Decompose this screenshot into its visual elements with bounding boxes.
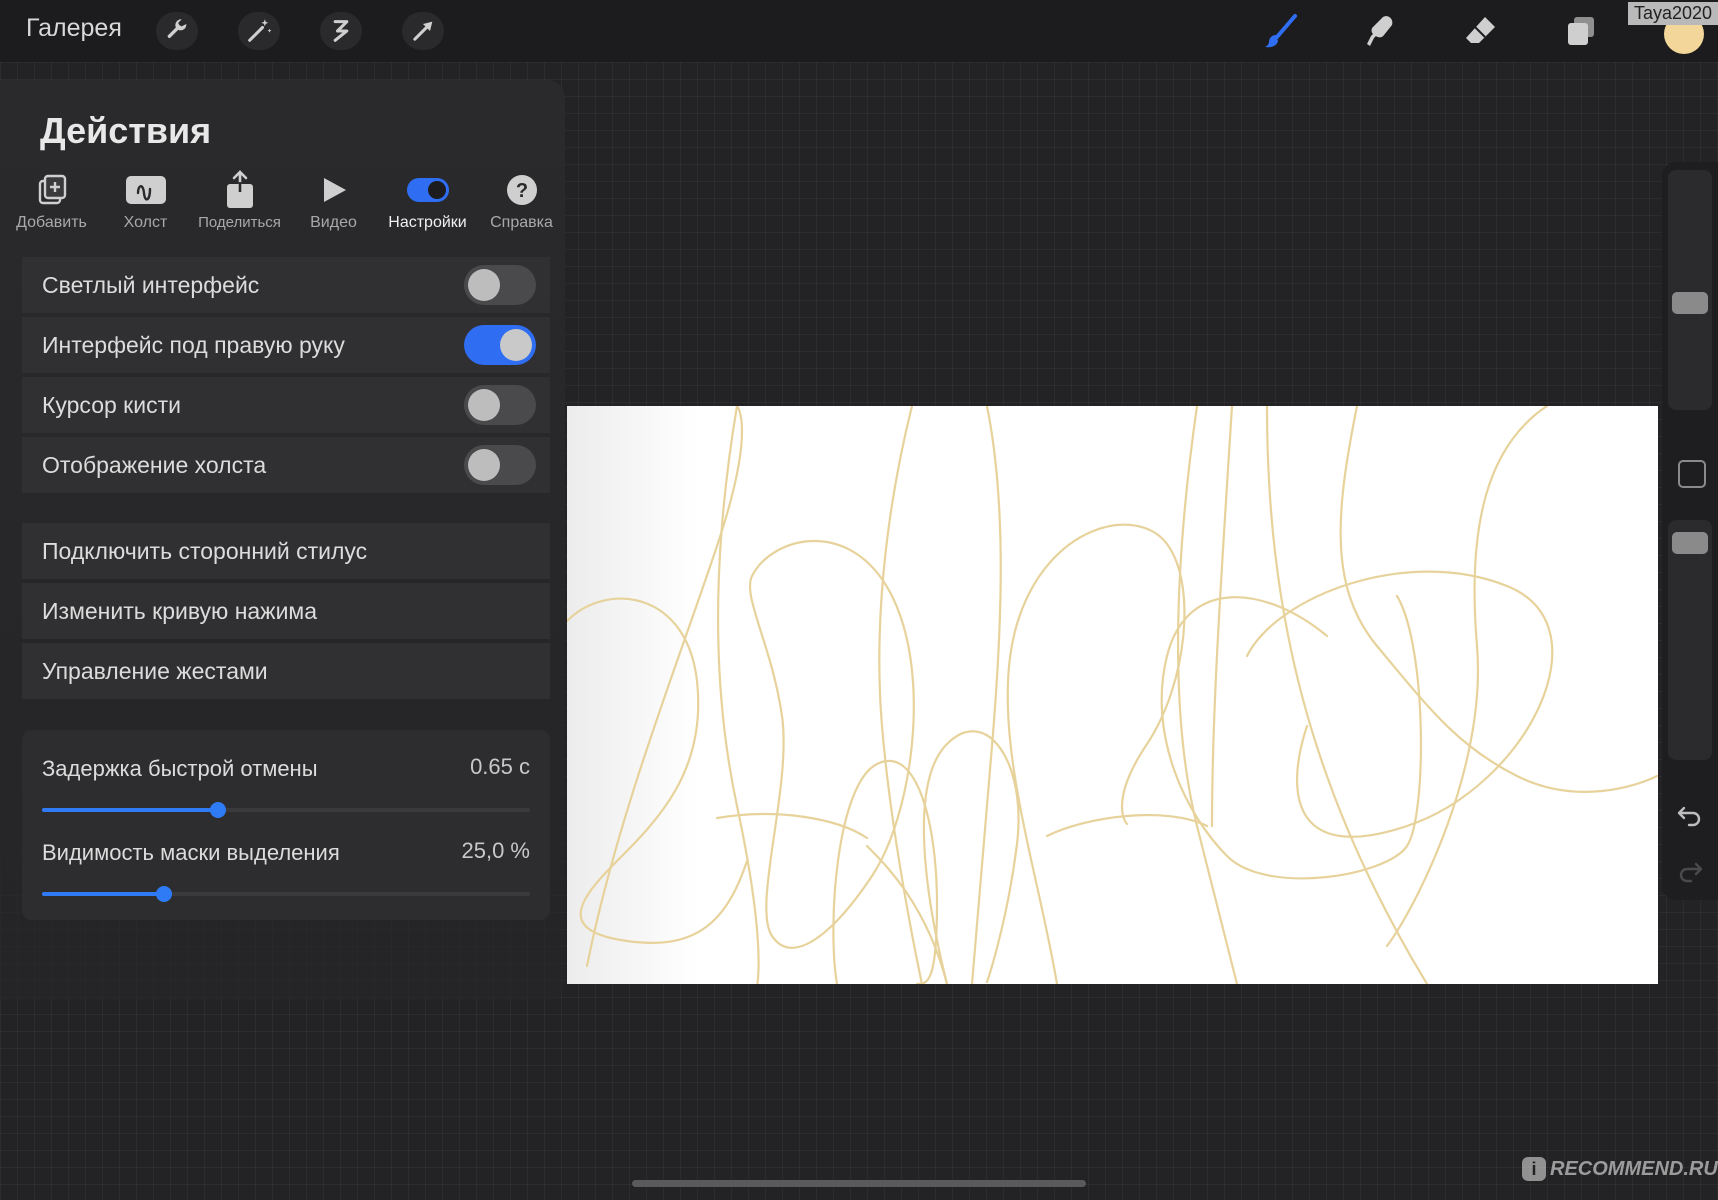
light-interface-toggle[interactable]: [464, 265, 536, 305]
selection-icon[interactable]: [320, 12, 362, 50]
setting-label: Изменить кривую нажима: [42, 597, 318, 624]
pressure-curve-button[interactable]: Изменить кривую нажима: [22, 583, 550, 639]
quick-undo-delay-slider[interactable]: [42, 802, 530, 818]
tab-label: Поделиться: [198, 214, 281, 231]
undo-icon[interactable]: [1676, 800, 1704, 828]
magic-wand-icon[interactable]: [238, 12, 280, 50]
transform-arrow-icon[interactable]: [402, 12, 444, 50]
brush-opacity-handle[interactable]: [1672, 532, 1708, 554]
toggle-knob: [468, 449, 500, 481]
slider-thumb[interactable]: [156, 886, 172, 902]
gallery-button[interactable]: Галерея: [26, 14, 122, 43]
top-toolbar: Галерея Taya2020: [0, 0, 1718, 62]
play-icon: [323, 178, 346, 202]
setting-light-interface: Светлый интерфейс: [22, 257, 550, 313]
smudge-icon[interactable]: [1358, 10, 1404, 52]
slider-fill: [42, 892, 164, 896]
setting-label: Отображение холста: [42, 451, 267, 478]
modify-button[interactable]: [1678, 460, 1706, 488]
add-icon: [38, 174, 66, 205]
redo-icon[interactable]: [1676, 856, 1704, 884]
brush-icon[interactable]: [1258, 10, 1304, 52]
slider-fill: [42, 808, 218, 812]
toggle-knob: [468, 389, 500, 421]
tab-label: Холст: [123, 214, 168, 231]
svg-text:?: ?: [515, 180, 527, 202]
tab-label: Добавить: [16, 214, 87, 231]
setting-canvas-display: Отображение холста: [22, 437, 550, 493]
tab-label: Видео: [310, 214, 357, 231]
actions-tabs: Добавить Холст Поделиться Видео Настройк…: [0, 170, 565, 240]
slider-label: Задержка быстрой отмены: [42, 756, 318, 781]
tab-label: Справка: [490, 214, 553, 231]
gesture-controls-button[interactable]: Управление жестами: [22, 643, 550, 699]
right-sidebar: [1662, 162, 1718, 900]
actions-panel: Действия Добавить Холст Поделиться Видео…: [0, 80, 565, 1000]
share-icon: [226, 170, 253, 208]
eraser-icon[interactable]: [1458, 10, 1504, 52]
home-indicator[interactable]: [632, 1180, 1086, 1187]
setting-right-hand-interface: Интерфейс под правую руку: [22, 317, 550, 373]
tab-video[interactable]: Видео: [286, 170, 381, 232]
drawing-canvas[interactable]: [567, 406, 1658, 984]
canvas-icon: [125, 176, 166, 204]
setting-brush-cursor: Курсор кисти: [22, 377, 550, 433]
setting-label: Курсор кисти: [42, 391, 181, 418]
brush-size-slider[interactable]: [1668, 170, 1712, 410]
watermark-logo-icon: i: [1522, 1157, 1546, 1181]
selection-mask-visibility-slider[interactable]: [42, 886, 530, 902]
brush-opacity-slider[interactable]: [1668, 520, 1712, 760]
sliders-group: Задержка быстрой отмены 0.65 с Видимость…: [22, 730, 550, 920]
setting-label: Светлый интерфейс: [42, 271, 260, 298]
toggle-icon: [406, 178, 449, 202]
slider-value: 25,0 %: [461, 838, 531, 863]
brush-cursor-toggle[interactable]: [464, 385, 536, 425]
tab-help[interactable]: ? Справка: [474, 170, 569, 232]
username-watermark: Taya2020: [1628, 2, 1718, 25]
tab-label: Настройки: [388, 214, 467, 231]
canvas-strokes: [567, 406, 1658, 984]
tab-add[interactable]: Добавить: [4, 170, 99, 232]
slider-thumb[interactable]: [210, 802, 226, 818]
setting-label: Подключить сторонний стилус: [42, 537, 368, 564]
panel-title: Действия: [40, 110, 212, 151]
toggle-knob: [468, 269, 500, 301]
help-icon: ?: [506, 175, 537, 205]
watermark-text: RECOMMEND.RU: [1550, 1158, 1718, 1180]
canvas-display-toggle[interactable]: [464, 445, 536, 485]
layers-icon[interactable]: [1558, 10, 1604, 52]
tab-settings[interactable]: Настройки: [380, 170, 475, 232]
setting-label: Управление жестами: [42, 657, 268, 684]
connect-stylus-button[interactable]: Подключить сторонний стилус: [22, 523, 550, 579]
toggle-knob: [500, 329, 532, 361]
watermark: i RECOMMEND.RU: [1522, 1157, 1718, 1181]
tab-share[interactable]: Поделиться: [192, 170, 287, 231]
setting-label: Интерфейс под правую руку: [42, 331, 345, 358]
right-hand-toggle[interactable]: [464, 325, 536, 365]
slider-label: Видимость маски выделения: [42, 840, 340, 865]
wrench-icon[interactable]: [156, 12, 198, 50]
slider-value: 0.65 с: [470, 754, 530, 779]
tab-canvas[interactable]: Холст: [98, 170, 193, 232]
brush-size-handle[interactable]: [1672, 292, 1708, 314]
